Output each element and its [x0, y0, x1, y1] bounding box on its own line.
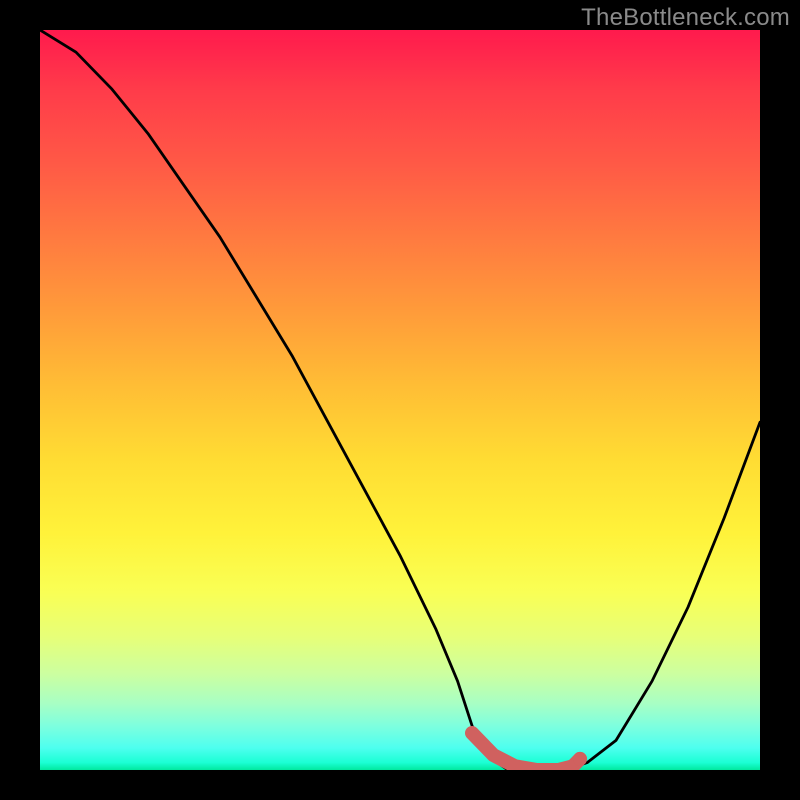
optimal-range-end-dot [573, 752, 587, 766]
bottleneck-curve [40, 30, 760, 770]
chart-frame: TheBottleneck.com [0, 0, 800, 800]
gradient-plot-area [40, 30, 760, 770]
curve-layer [40, 30, 760, 770]
watermark-text: TheBottleneck.com [581, 4, 790, 32]
optimal-range-highlight [472, 733, 580, 770]
